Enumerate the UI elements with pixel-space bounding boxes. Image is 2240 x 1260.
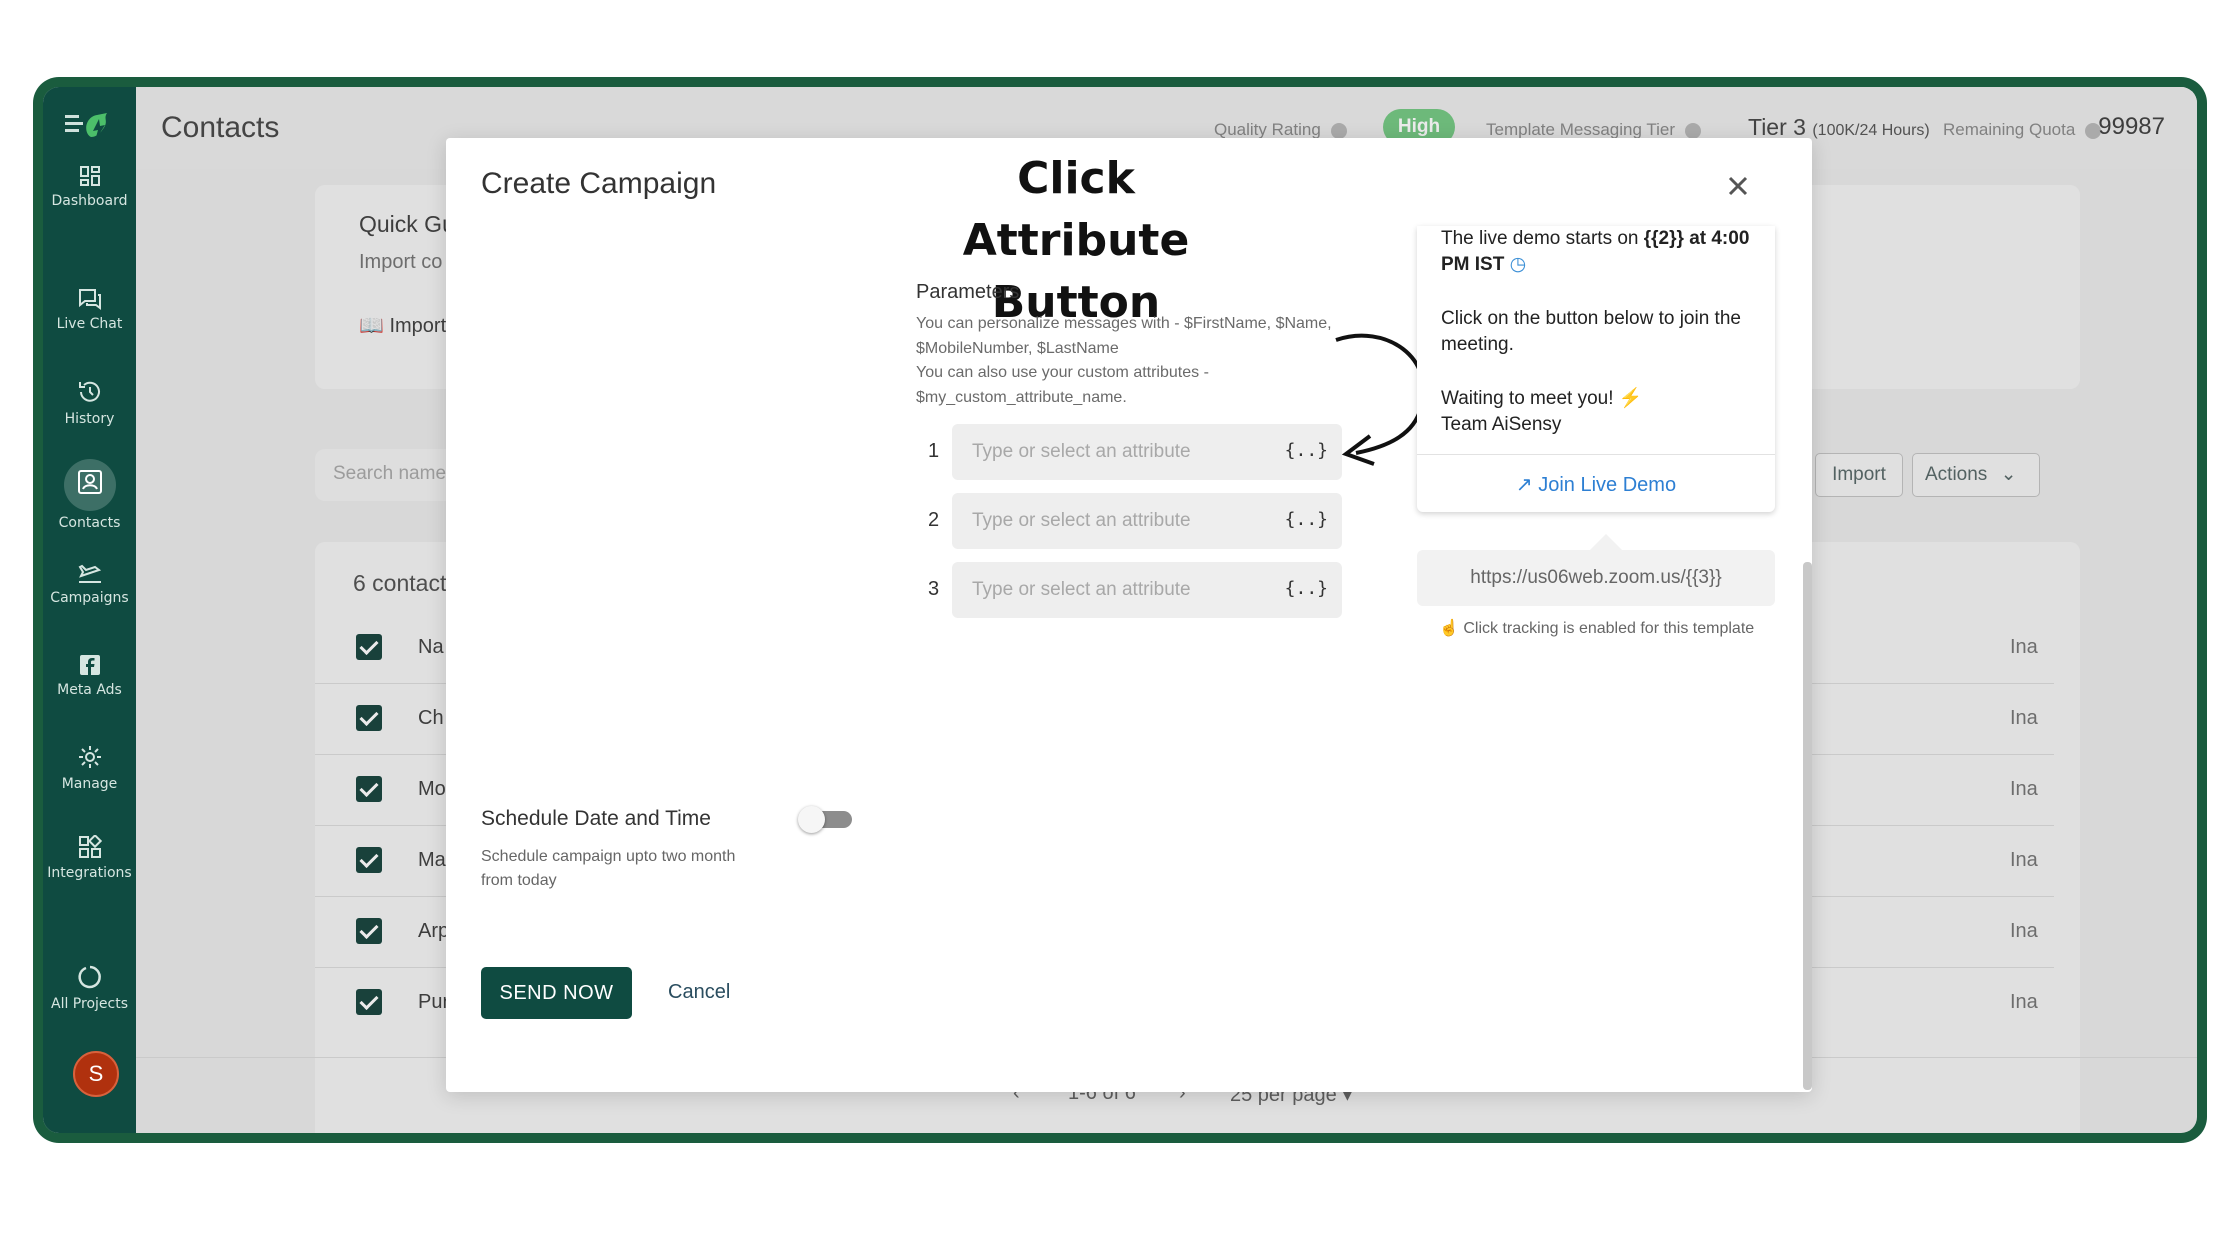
history-icon bbox=[78, 381, 100, 402]
sidebar-item-meta-ads[interactable]: Meta Ads bbox=[43, 654, 136, 698]
url-pointer bbox=[1590, 534, 1622, 550]
facebook-icon bbox=[79, 655, 100, 675]
attribute-button-2[interactable]: {..} bbox=[1285, 509, 1328, 530]
aisensy-logo bbox=[65, 113, 107, 141]
pointer-icon: ☝ bbox=[1439, 620, 1459, 637]
attribute-button-3[interactable]: {..} bbox=[1285, 578, 1328, 599]
create-campaign-modal: Create Campaign Click Attribute Button P… bbox=[446, 138, 1812, 1092]
attribute-input-2[interactable] bbox=[952, 493, 1282, 549]
parameters-help-2: You can also use your custom attributes … bbox=[916, 364, 1209, 406]
param-field-2: {..} bbox=[952, 493, 1342, 549]
preview-line-4: Team AiSensy bbox=[1441, 414, 1562, 435]
modal-scrollbar[interactable] bbox=[1803, 562, 1812, 1090]
attribute-input-3[interactable] bbox=[952, 562, 1282, 618]
preview-line-1: The live demo starts on {{2}} at 4:00 PM… bbox=[1441, 226, 1761, 278]
sidebar-item-label: Manage bbox=[61, 776, 118, 792]
plane-icon bbox=[78, 564, 101, 583]
sidebar-item-campaigns[interactable]: Campaigns bbox=[43, 562, 136, 606]
parameters-help-1: You can personalize messages with - $Fir… bbox=[916, 315, 1332, 357]
sidebar-item-all-projects[interactable]: All Projects bbox=[43, 964, 136, 1012]
sidebar-item-live-chat[interactable]: Live Chat bbox=[43, 288, 136, 332]
sidebar-item-dashboard[interactable]: Dashboard bbox=[43, 165, 136, 209]
sidebar-item-integrations[interactable]: Integrations bbox=[43, 835, 136, 881]
attribute-input-1[interactable] bbox=[952, 424, 1282, 480]
sidebar-item-label: Live Chat bbox=[56, 316, 123, 332]
send-now-button[interactable]: SEND NOW bbox=[481, 967, 632, 1019]
projects-icon bbox=[77, 965, 101, 989]
sidebar-item-label: Contacts bbox=[58, 515, 121, 531]
gear-icon bbox=[78, 746, 101, 768]
preview-line-1-text: The live demo starts on bbox=[1441, 228, 1644, 249]
active-indicator bbox=[63, 459, 116, 511]
param-index: 1 bbox=[928, 440, 940, 462]
param-field-3: {..} bbox=[952, 562, 1342, 618]
schedule-description: Schedule campaign upto two month from to… bbox=[481, 848, 736, 889]
lightning-icon: ⚡ bbox=[1618, 388, 1643, 409]
sidebar-item-label: Meta Ads bbox=[57, 682, 122, 698]
join-live-demo-button[interactable]: ↗ Join Live Demo bbox=[1417, 462, 1775, 508]
chat-icon bbox=[78, 289, 101, 310]
clock-icon: ◷ bbox=[1509, 254, 1527, 275]
preview-line-3: Waiting to meet you! ⚡ bbox=[1441, 386, 1642, 412]
toggle-knob bbox=[798, 806, 825, 833]
divider bbox=[1417, 454, 1775, 455]
parameters-description: You can personalize messages with - $Fir… bbox=[916, 312, 1346, 410]
preview-line-3-text: Waiting to meet you! bbox=[1441, 388, 1614, 409]
dashboard-icon bbox=[79, 166, 100, 186]
external-link-icon: ↗ bbox=[1515, 474, 1533, 496]
param-field-1: {..} bbox=[952, 424, 1342, 480]
preview-line-2: Click on the button below to join the me… bbox=[1441, 308, 1741, 355]
click-tracking-text: Click tracking is enabled for this templ… bbox=[1463, 620, 1755, 637]
sidebar: Dashboard Live Chat History Contacts Cam… bbox=[43, 87, 136, 1133]
sidebar-item-label: Integrations bbox=[47, 865, 132, 881]
contacts-icon bbox=[77, 470, 102, 494]
sidebar-item-manage[interactable]: Manage bbox=[43, 744, 136, 792]
avatar[interactable]: S bbox=[73, 1051, 119, 1097]
parameters-title: Parameters bbox=[916, 281, 1020, 303]
join-live-demo-label: Join Live Demo bbox=[1538, 474, 1677, 496]
attribute-button-1[interactable]: {..} bbox=[1285, 440, 1328, 461]
sidebar-item-history[interactable]: History bbox=[43, 379, 136, 427]
schedule-toggle[interactable] bbox=[798, 806, 852, 833]
tutorial-callout: Click Attribute Button bbox=[962, 153, 1190, 328]
param-index: 3 bbox=[928, 578, 940, 600]
schedule-title: Schedule Date and Time bbox=[481, 807, 711, 830]
close-icon[interactable] bbox=[1718, 166, 1758, 206]
integrations-icon bbox=[78, 835, 102, 858]
sidebar-item-label: All Projects bbox=[51, 996, 128, 1012]
sidebar-item-label: Dashboard bbox=[51, 193, 128, 209]
cancel-button[interactable]: Cancel bbox=[668, 981, 730, 1004]
param-index: 2 bbox=[928, 509, 940, 531]
sidebar-item-label: History bbox=[64, 411, 115, 427]
sidebar-item-contacts[interactable]: Contacts bbox=[43, 459, 136, 531]
modal-title: Create Campaign bbox=[481, 167, 717, 200]
click-tracking-note: ☝ Click tracking is enabled for this tem… bbox=[1439, 618, 1754, 638]
sidebar-item-label: Campaigns bbox=[50, 590, 129, 606]
preview-url: https://us06web.zoom.us/{{3}} bbox=[1417, 550, 1775, 606]
message-preview: The live demo starts on {{2}} at 4:00 PM… bbox=[1417, 226, 1775, 512]
